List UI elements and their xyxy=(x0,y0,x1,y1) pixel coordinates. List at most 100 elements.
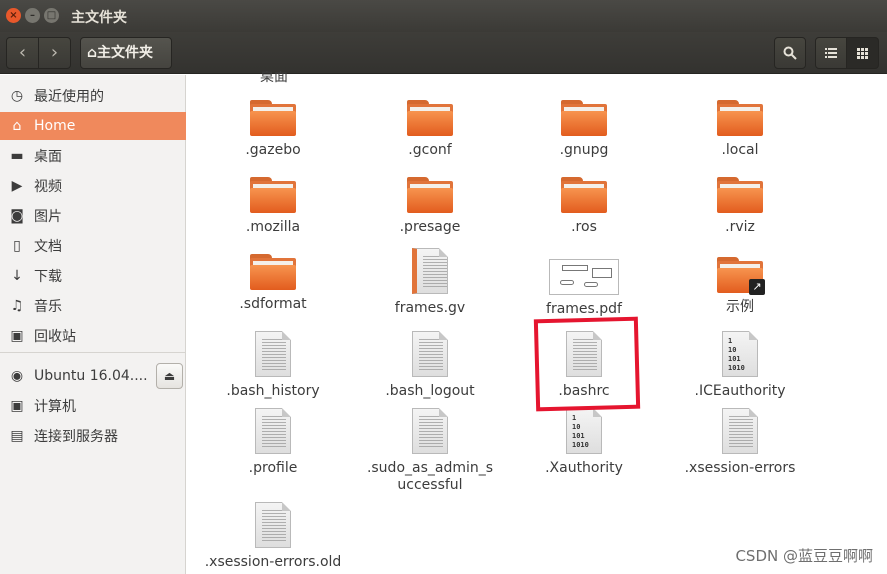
sidebar-item-label: 连接到服务器 xyxy=(34,429,118,445)
sidebar-item-label: 计算机 xyxy=(34,399,76,415)
folder-icon xyxy=(561,100,607,136)
folder-icon xyxy=(717,100,763,136)
file-label: .bash_history xyxy=(226,383,320,399)
file-label: .rviz xyxy=(725,219,755,235)
file-item[interactable]: .sudo_as_admin_successful xyxy=(355,408,505,494)
close-window-icon[interactable]: × xyxy=(6,8,21,23)
computer-icon: ▣ xyxy=(10,398,24,414)
text-file-icon xyxy=(412,408,448,454)
sidebar-item-recent[interactable]: ◷ 最近使用的 xyxy=(0,82,186,110)
window-title: 主文件夹 xyxy=(71,10,127,26)
file-label: .gazebo xyxy=(245,142,301,158)
text-file-icon xyxy=(255,331,291,377)
list-view-icon xyxy=(825,48,837,58)
sidebar-item-pictures[interactable]: ◙ 图片 xyxy=(0,202,186,230)
nav-buttons: ‹ › xyxy=(6,37,71,69)
file-item[interactable]: .xsession-errors xyxy=(665,408,815,477)
list-view-button[interactable] xyxy=(815,37,847,69)
sidebar-item-label: 下载 xyxy=(34,269,62,285)
sidebar-item-connect-server[interactable]: ▤ 连接到服务器 xyxy=(0,422,186,450)
minimize-window-icon[interactable]: – xyxy=(25,8,40,23)
eject-button[interactable]: ⏏ xyxy=(156,363,183,389)
folder-icon xyxy=(407,100,453,136)
back-button[interactable]: ‹ xyxy=(7,38,38,68)
file-item[interactable]: .profile xyxy=(198,408,348,477)
sidebar-item-label: 图片 xyxy=(34,209,62,225)
sidebar-item-label: Home xyxy=(34,118,76,134)
folder-icon: ▬ xyxy=(10,148,24,164)
file-label: .profile xyxy=(248,460,298,476)
trash-icon: ▣ xyxy=(10,328,24,344)
sidebar: ◷ 最近使用的 ⌂ Home ▬ 桌面 ▶ 视频 ◙ 图片 ▯ 文档 ↓ 下载 … xyxy=(0,75,186,574)
sidebar-divider xyxy=(0,352,186,353)
file-label: .gnupg xyxy=(559,142,609,158)
folder-icon xyxy=(561,177,607,213)
file-item[interactable]: .sdformat xyxy=(198,254,348,313)
file-label: .ICEauthority xyxy=(694,383,786,399)
sidebar-item-label: 最近使用的 xyxy=(34,89,104,105)
file-item[interactable]: .ros xyxy=(509,177,659,236)
file-item[interactable]: .gnupg xyxy=(509,100,659,159)
sidebar-item-label: 文档 xyxy=(34,239,62,255)
file-label: .Xauthority xyxy=(545,460,623,476)
text-file-icon xyxy=(255,408,291,454)
sidebar-item-ubuntu-disc[interactable]: ◉ Ubuntu 16.04.... ⏏ xyxy=(0,362,186,390)
sidebar-item-downloads[interactable]: ↓ 下载 xyxy=(0,262,186,290)
download-icon: ↓ xyxy=(11,268,23,284)
file-item[interactable]: ↗ 示例 xyxy=(665,257,815,316)
file-item[interactable]: .bash_history xyxy=(198,331,348,400)
file-label: .xsession-errors.old xyxy=(204,554,342,570)
file-item[interactable]: frames.gv xyxy=(355,248,505,317)
grid-view-icon xyxy=(857,47,868,59)
file-item[interactable]: .bash_logout xyxy=(355,331,505,400)
file-label: .bash_logout xyxy=(385,383,475,399)
video-icon: ▶ xyxy=(11,178,23,194)
folder-link-icon: ↗ xyxy=(717,257,765,295)
file-label: .mozilla xyxy=(245,219,301,235)
text-file-icon xyxy=(255,502,291,548)
sidebar-item-label: 视频 xyxy=(34,179,62,195)
music-icon: ♫ xyxy=(10,298,24,314)
sidebar-item-home[interactable]: ⌂ Home xyxy=(0,112,186,140)
path-label: 主文件夹 xyxy=(97,45,154,61)
search-button[interactable] xyxy=(774,37,806,69)
file-item[interactable]: .xsession-errors.old xyxy=(198,502,348,571)
home-icon: ⌂ xyxy=(12,118,22,134)
file-item[interactable]: 1 10 101 1010 .Xauthority xyxy=(509,408,659,477)
text-file-icon xyxy=(412,248,448,294)
grid-view-button[interactable] xyxy=(847,37,879,69)
highlight-annotation-box xyxy=(533,316,641,412)
title-bar: × – □ 主文件夹 xyxy=(0,0,887,32)
path-home-button[interactable]: ⌂主文件夹 xyxy=(80,37,172,69)
file-item[interactable]: frames.pdf xyxy=(509,259,659,318)
sidebar-item-videos[interactable]: ▶ 视频 xyxy=(0,172,186,200)
folder-icon xyxy=(250,177,296,213)
file-label: 示例 xyxy=(726,299,754,315)
file-label: frames.gv xyxy=(394,300,466,316)
file-item[interactable]: .rviz xyxy=(665,177,815,236)
file-item[interactable]: .gazebo xyxy=(198,100,348,159)
file-label: .sdformat xyxy=(239,296,307,312)
file-label: .gconf xyxy=(408,142,452,158)
file-item[interactable]: .gconf xyxy=(355,100,505,159)
sidebar-item-label: 桌面 xyxy=(34,149,62,165)
shortcut-arrow-icon: ↗ xyxy=(749,279,765,295)
sidebar-item-documents[interactable]: ▯ 文档 xyxy=(0,232,186,260)
eject-icon: ⏏ xyxy=(163,369,176,383)
sidebar-item-desktop[interactable]: ▬ 桌面 xyxy=(0,142,186,170)
sidebar-item-music[interactable]: ♫ 音乐 xyxy=(0,292,186,320)
file-item[interactable]: .presage xyxy=(355,177,505,236)
sidebar-item-label: 回收站 xyxy=(34,329,76,345)
sidebar-item-trash[interactable]: ▣ 回收站 xyxy=(0,322,186,350)
file-item[interactable]: .local xyxy=(665,100,815,159)
file-item[interactable]: .mozilla xyxy=(198,177,348,236)
sidebar-item-label: 音乐 xyxy=(34,299,62,315)
file-label: .sudo_as_admin_successful xyxy=(366,460,494,493)
maximize-window-icon[interactable]: □ xyxy=(44,8,59,23)
watermark: CSDN @蓝豆豆啊啊 xyxy=(735,547,873,565)
sidebar-item-computer[interactable]: ▣ 计算机 xyxy=(0,392,186,420)
sidebar-item-label: Ubuntu 16.04.... xyxy=(34,368,148,384)
file-item[interactable]: 1 10 101 1010 .ICEauthority xyxy=(665,331,815,400)
document-icon: ▯ xyxy=(13,238,21,254)
forward-button[interactable]: › xyxy=(38,38,70,68)
